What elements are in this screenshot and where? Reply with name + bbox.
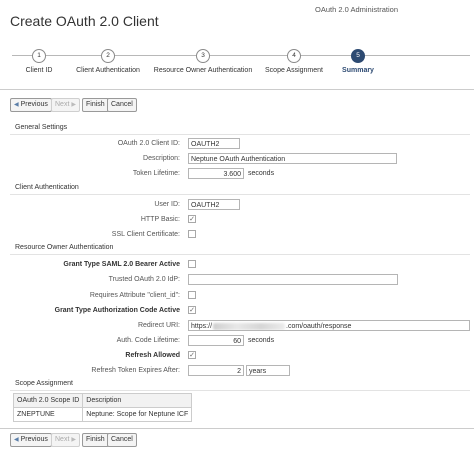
scope-table: OAuth 2.0 Scope ID Description ZNEPTUNE … <box>12 393 193 422</box>
step-1-circle[interactable]: 1 <box>32 49 46 63</box>
redirect-uri-field[interactable]: https:// .com/oauth/response <box>188 320 470 331</box>
left-arrow-icon: ◀ <box>14 102 19 108</box>
requires-client-id-label: Requires Attribute "client_id": <box>89 292 180 299</box>
redirect-uri-suffix: .com/oauth/response <box>286 323 352 330</box>
ssl-client-certificate-checkbox[interactable] <box>188 230 196 238</box>
scope-id-cell[interactable]: ZNEPTUNE <box>12 407 84 422</box>
client-id-label: OAuth 2.0 Client ID: <box>117 140 180 147</box>
user-id-label: User ID: <box>154 201 180 208</box>
redirect-uri-label: Redirect URI: <box>137 322 180 329</box>
saml-grant-checkbox[interactable] <box>188 260 196 268</box>
toolbar-divider <box>0 428 474 429</box>
table-row[interactable]: ZNEPTUNE Neptune: Scope for Neptune ICF <box>12 407 193 422</box>
step-3-circle[interactable]: 3 <box>196 49 210 63</box>
authorization-code-grant-label: Grant Type Authorization Code Active <box>54 307 180 314</box>
cancel-button-top[interactable]: Cancel <box>107 98 137 112</box>
step-4-label[interactable]: Scope Assignment <box>265 67 323 74</box>
column-header-description[interactable]: Description <box>82 393 193 408</box>
refresh-allowed-label: Refresh Allowed <box>125 352 180 359</box>
section-divider <box>10 254 470 255</box>
toolbar-divider <box>0 89 474 90</box>
step-2-label[interactable]: Client Authentication <box>76 67 140 74</box>
wizard-line <box>12 55 470 56</box>
ssl-client-certificate-label: SSL Client Certificate: <box>111 231 180 238</box>
app-title: OAuth 2.0 Administration <box>315 5 398 14</box>
refresh-token-expires-label: Refresh Token Expires After: <box>91 367 180 374</box>
step-5-circle[interactable]: 5 <box>351 49 365 63</box>
redirect-uri-prefix: https:// <box>191 323 213 330</box>
token-lifetime-unit: seconds <box>248 170 275 177</box>
refresh-token-expires-unit[interactable]: years <box>246 365 290 376</box>
next-button-bottom[interactable]: Next ▶ <box>51 433 81 447</box>
cancel-button-bottom[interactable]: Cancel <box>107 433 137 447</box>
saml-grant-label: Grant Type SAML 2.0 Bearer Active <box>63 261 180 268</box>
scope-table-header: OAuth 2.0 Scope ID Description <box>12 393 193 408</box>
column-header-scope-id[interactable]: OAuth 2.0 Scope ID <box>12 393 84 408</box>
step-2-circle[interactable]: 2 <box>101 49 115 63</box>
page-title: Create OAuth 2.0 Client <box>10 13 159 29</box>
scope-description-cell[interactable]: Neptune: Scope for Neptune ICF <box>82 407 193 422</box>
checkmark-icon: ✓ <box>189 352 195 359</box>
next-button-top[interactable]: Next ▶ <box>51 98 81 112</box>
step-1-label[interactable]: Client ID <box>26 67 53 74</box>
auth-code-lifetime-label: Auth. Code Lifetime: <box>116 337 180 344</box>
right-arrow-icon: ▶ <box>71 437 77 443</box>
finish-button-bottom[interactable]: Finish <box>82 433 109 447</box>
section-divider <box>10 390 470 391</box>
scope-assignment-heading: Scope Assignment <box>15 380 73 387</box>
http-basic-label: HTTP Basic: <box>140 216 180 223</box>
trusted-idp-field[interactable] <box>188 274 398 285</box>
user-id-field[interactable]: OAUTH2 <box>188 199 240 210</box>
previous-button-bottom[interactable]: ◀ Previous <box>10 433 52 447</box>
http-basic-checkbox[interactable]: ✓ <box>188 215 196 223</box>
refresh-token-expires-field[interactable]: 2 <box>188 365 244 376</box>
previous-button-top[interactable]: ◀ Previous <box>10 98 52 112</box>
client-authentication-heading: Client Authentication <box>15 184 79 191</box>
token-lifetime-label: Token Lifetime: <box>132 170 180 177</box>
auth-code-lifetime-field[interactable]: 60 <box>188 335 244 346</box>
step-3-label[interactable]: Resource Owner Authentication <box>154 67 252 74</box>
authorization-code-grant-checkbox[interactable]: ✓ <box>188 306 196 314</box>
token-lifetime-field[interactable]: 3.600 <box>188 168 244 179</box>
step-4-circle[interactable]: 4 <box>287 49 301 63</box>
section-divider <box>10 194 470 195</box>
left-arrow-icon: ◀ <box>14 437 19 443</box>
checkmark-icon: ✓ <box>189 216 195 223</box>
section-divider <box>10 134 470 135</box>
finish-button-top[interactable]: Finish <box>82 98 109 112</box>
auth-code-lifetime-unit: seconds <box>248 337 275 344</box>
checkmark-icon: ✓ <box>189 307 195 314</box>
description-field[interactable]: Neptune OAuth Authentication <box>188 153 397 164</box>
trusted-idp-label: Trusted OAuth 2.0 IdP: <box>108 276 180 283</box>
refresh-allowed-checkbox[interactable]: ✓ <box>188 351 196 359</box>
step-5-label[interactable]: Summary <box>342 67 374 74</box>
description-label: Description: <box>143 155 180 162</box>
right-arrow-icon: ▶ <box>71 102 77 108</box>
requires-client-id-checkbox[interactable] <box>188 291 196 299</box>
client-id-field[interactable]: OAUTH2 <box>188 138 240 149</box>
redacted-hostname <box>213 322 286 330</box>
resource-owner-authentication-heading: Resource Owner Authentication <box>15 244 114 251</box>
general-settings-heading: General Settings <box>15 124 68 131</box>
